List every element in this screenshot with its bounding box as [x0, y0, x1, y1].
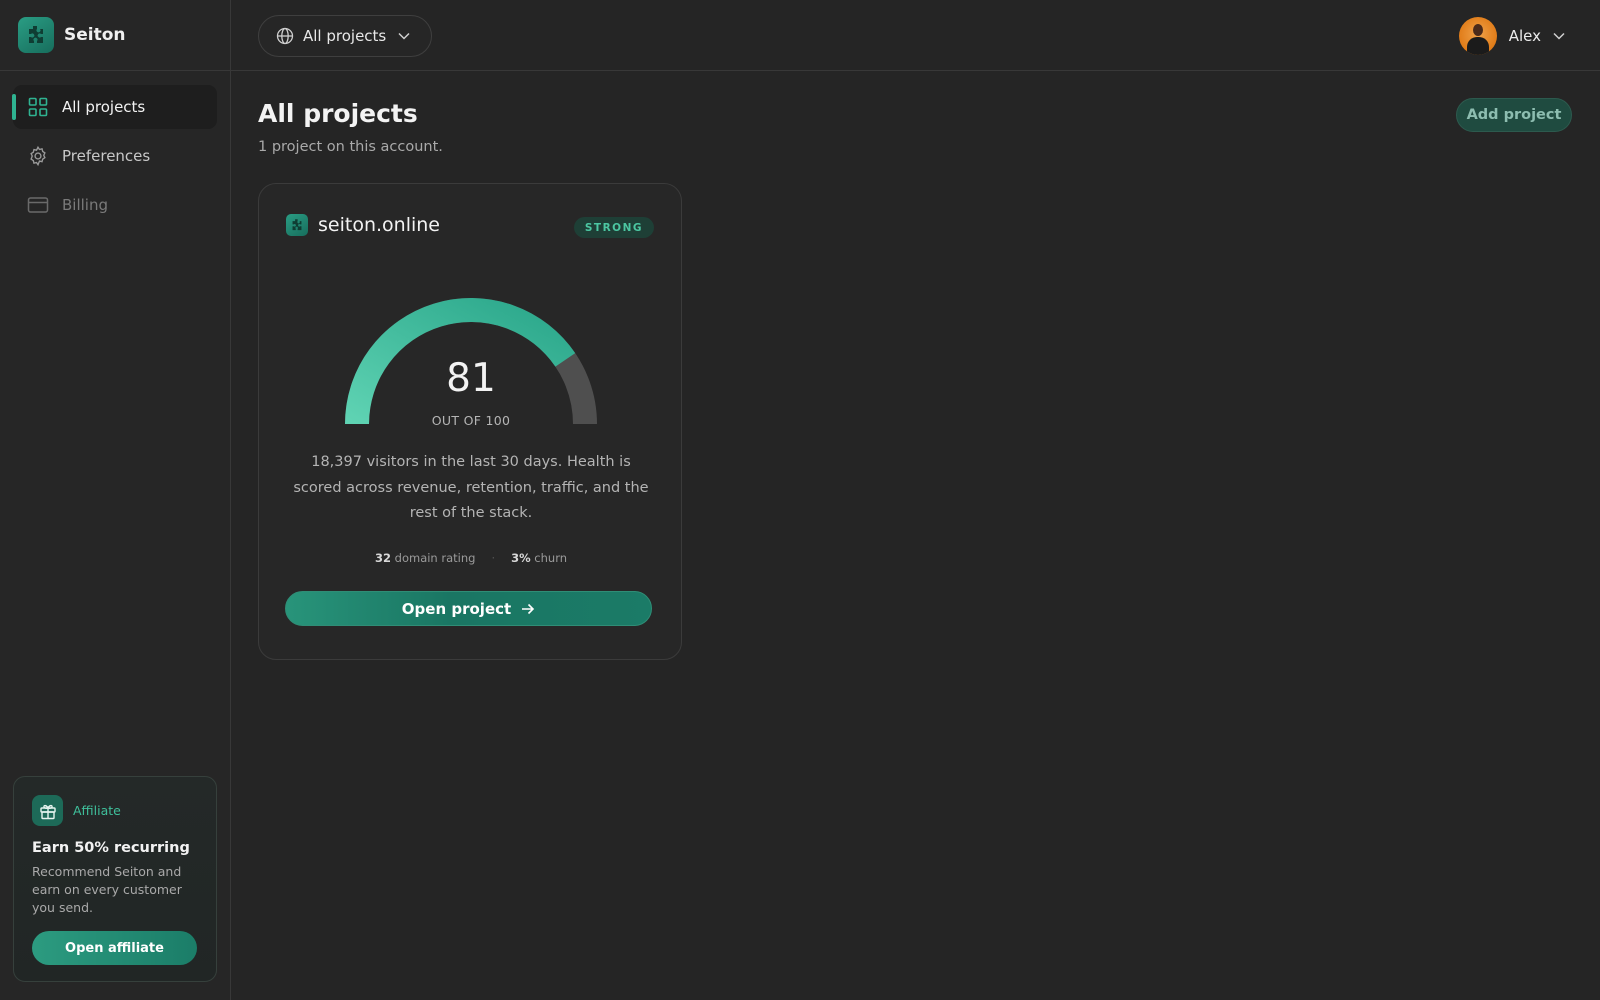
- open-project-button[interactable]: Open project: [285, 591, 652, 626]
- metric-value: 3%: [511, 551, 531, 565]
- gear-icon: [26, 144, 50, 168]
- arrow-right-icon: [521, 603, 535, 615]
- avatar: [1458, 17, 1497, 55]
- sidebar-item-label: Billing: [62, 196, 108, 214]
- metric-label: domain rating: [394, 551, 476, 565]
- project-selector-label: All projects: [303, 27, 387, 45]
- page-title: All projects: [258, 99, 418, 128]
- globe-icon: [276, 27, 294, 45]
- sidebar-item-preferences[interactable]: Preferences: [13, 134, 217, 178]
- metric-domain-rating: 32 domain rating: [375, 551, 475, 565]
- health-score: 81: [446, 356, 496, 401]
- open-project-label: Open project: [401, 599, 512, 618]
- app-root: Seiton All projects Preferences Billing …: [0, 0, 1600, 1000]
- project-site-name: seiton.online: [318, 214, 440, 236]
- affiliate-card: Affiliate Earn 50% recurring Recommend S…: [13, 776, 217, 982]
- metric-value: 32: [374, 551, 391, 565]
- brand-name: Seiton: [64, 25, 126, 45]
- gift-icon: [32, 795, 63, 826]
- metric-separator: ·: [491, 551, 496, 565]
- puzzle-logo-icon: [18, 17, 54, 53]
- chevron-down-icon: [398, 32, 410, 40]
- page-subtitle: 1 project on this account.: [258, 139, 443, 155]
- topbar: All projects Alex: [231, 0, 1600, 71]
- sidebar-nav: All projects Preferences Billing: [0, 71, 230, 246]
- main-content: All projects 1 project on this account. …: [231, 71, 1600, 1000]
- affiliate-text: Recommend Seiton and earn on every custo…: [32, 864, 182, 915]
- add-project-button[interactable]: Add project: [1456, 98, 1572, 132]
- sidebar-item-all-projects[interactable]: All projects: [12, 85, 217, 129]
- affiliate-header: Affiliate: [32, 795, 198, 826]
- brand[interactable]: Seiton: [0, 0, 230, 71]
- affiliate-tag: Affiliate: [73, 803, 121, 818]
- status-badge: STRONG: [573, 217, 654, 238]
- metric-label: churn: [534, 551, 568, 565]
- card-icon: [26, 193, 50, 217]
- sidebar-item-label: All projects: [62, 98, 146, 116]
- user-name: Alex: [1508, 27, 1541, 45]
- project-metrics: 32 domain rating · 3% churn: [259, 551, 683, 565]
- site-favicon-icon: [286, 214, 308, 236]
- chevron-down-icon: [1553, 32, 1565, 40]
- project-description: 18,397 visitors in the last 30 days. Hea…: [293, 454, 649, 521]
- sidebar: Seiton All projects Preferences Billing …: [0, 0, 231, 1000]
- score-caption: OUT OF 100: [431, 413, 511, 428]
- project-card: seiton.online STRONG 81 OUT OF 100 18,39…: [258, 183, 682, 660]
- sidebar-item-billing[interactable]: Billing: [13, 183, 217, 227]
- metric-churn: 3% churn: [511, 551, 567, 565]
- open-affiliate-button[interactable]: Open affiliate: [32, 931, 197, 965]
- grid-icon: [26, 95, 50, 119]
- affiliate-title: Earn 50% recurring: [32, 840, 190, 856]
- sidebar-item-label: Preferences: [62, 147, 151, 165]
- project-card-header: seiton.online: [286, 214, 440, 236]
- user-menu[interactable]: Alex: [1458, 16, 1565, 56]
- project-selector[interactable]: All projects: [258, 15, 432, 57]
